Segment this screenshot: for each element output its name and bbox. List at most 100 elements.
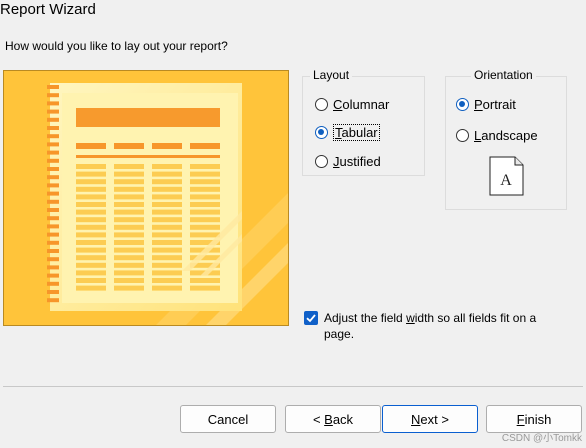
table-cell xyxy=(76,217,106,223)
table-cell xyxy=(114,171,144,177)
radio-tabular[interactable]: Tabular xyxy=(315,124,380,141)
binder-ring xyxy=(47,85,59,89)
back-button[interactable]: < Back xyxy=(285,405,381,433)
table-cell xyxy=(114,224,144,230)
binder-ring xyxy=(47,191,59,196)
separator xyxy=(3,386,583,387)
layout-preview-image xyxy=(3,70,289,326)
radio-landscape-button[interactable] xyxy=(456,129,469,142)
adjust-width-label-mid1: the field xyxy=(357,311,407,325)
table-cell xyxy=(114,262,144,268)
table-cell xyxy=(76,194,106,200)
radio-justified-label: ustified xyxy=(339,154,381,169)
adjust-width-label-prefix: Adjust xyxy=(324,311,358,325)
table-cell xyxy=(114,270,144,276)
mnemonic-p: P xyxy=(474,97,483,112)
table-cell xyxy=(152,255,182,261)
table-cell xyxy=(152,270,182,276)
column-header-bar xyxy=(76,143,106,149)
table-cell xyxy=(114,209,144,215)
radio-landscape[interactable]: Landscape xyxy=(456,128,538,143)
column-header-bar xyxy=(152,143,182,149)
radio-portrait-button[interactable] xyxy=(456,98,469,111)
table-cell xyxy=(190,285,220,291)
cancel-button[interactable]: Cancel xyxy=(180,405,276,433)
binder-ring xyxy=(47,224,59,229)
table-cell xyxy=(190,209,220,215)
adjust-width-label[interactable]: Adjust the field width so all fields fit… xyxy=(324,310,564,342)
table-cell xyxy=(190,186,220,192)
radio-justified[interactable]: Justified xyxy=(315,154,381,169)
adjust-width-label-mid2: idth so all fields fit on a xyxy=(414,311,537,325)
mnemonic-n: N xyxy=(411,411,421,427)
table-cell xyxy=(76,240,106,245)
table-cell xyxy=(152,240,182,245)
tabular-preview-illustration xyxy=(4,71,288,325)
table-cell xyxy=(76,232,106,238)
window-title: Report Wizard xyxy=(0,1,96,18)
column-header-bar xyxy=(114,143,144,149)
radio-portrait[interactable]: Portrait xyxy=(456,97,516,112)
binder-ring xyxy=(47,150,59,155)
table-cell xyxy=(190,171,220,177)
table-cell xyxy=(190,224,220,230)
binder-ring xyxy=(47,183,59,188)
radio-justified-button[interactable] xyxy=(315,155,328,168)
table-cell xyxy=(152,179,182,185)
binder-ring xyxy=(47,257,59,262)
back-button-label: < Back xyxy=(312,411,354,427)
mnemonic-b: B xyxy=(324,411,333,427)
table-cell xyxy=(76,179,106,185)
binder-ring xyxy=(47,298,59,303)
table-cell xyxy=(152,217,182,223)
table-cell xyxy=(114,278,144,283)
binder-ring xyxy=(47,93,59,98)
binder-ring xyxy=(47,208,59,212)
table-cell xyxy=(76,186,106,192)
table-cell xyxy=(152,171,182,177)
adjust-width-label-line2: page. xyxy=(324,327,355,341)
table-cell xyxy=(76,278,106,283)
table-cell xyxy=(76,171,106,177)
binder-ring xyxy=(47,117,59,122)
layout-group-title: Layout xyxy=(310,68,353,82)
binder-ring xyxy=(47,232,59,237)
radio-columnar-button[interactable] xyxy=(315,98,328,111)
cancel-button-label: Cancel xyxy=(207,411,249,427)
next-button-label: Next > xyxy=(411,411,449,427)
binder-ring xyxy=(47,216,59,221)
table-cell xyxy=(152,186,182,192)
binder-ring xyxy=(47,109,59,114)
page-icon-letter: A xyxy=(500,172,512,189)
watermark: CSDN @小Tomkk xyxy=(501,433,582,444)
checkmark-icon xyxy=(306,314,316,323)
table-cell xyxy=(76,224,106,230)
next-button[interactable]: Next > xyxy=(382,405,478,433)
table-cell xyxy=(152,278,182,283)
report-title-bar xyxy=(76,108,220,127)
table-cell xyxy=(114,232,144,238)
table-cell xyxy=(152,209,182,215)
table-cell xyxy=(114,240,144,245)
binder-ring xyxy=(47,265,59,270)
binder-ring xyxy=(47,199,59,204)
adjust-width-checkbox[interactable] xyxy=(304,311,318,325)
table-cell xyxy=(190,202,220,207)
table-cell xyxy=(152,232,182,238)
binder-ring xyxy=(47,240,59,245)
radio-portrait-label: ortrait xyxy=(482,97,516,112)
header-divider xyxy=(76,155,220,158)
table-cell xyxy=(152,164,182,169)
binder-ring xyxy=(47,142,59,147)
finish-button-label: Finish xyxy=(516,411,552,427)
table-cell xyxy=(152,262,182,268)
table-cell xyxy=(190,217,220,223)
binder-ring xyxy=(47,175,59,180)
radio-columnar[interactable]: Columnar xyxy=(315,97,389,112)
table-cell xyxy=(76,262,106,268)
table-cell xyxy=(114,255,144,261)
radio-tabular-button[interactable] xyxy=(315,126,328,139)
table-cell xyxy=(114,186,144,192)
table-cell xyxy=(76,247,106,253)
table-cell xyxy=(190,164,220,169)
